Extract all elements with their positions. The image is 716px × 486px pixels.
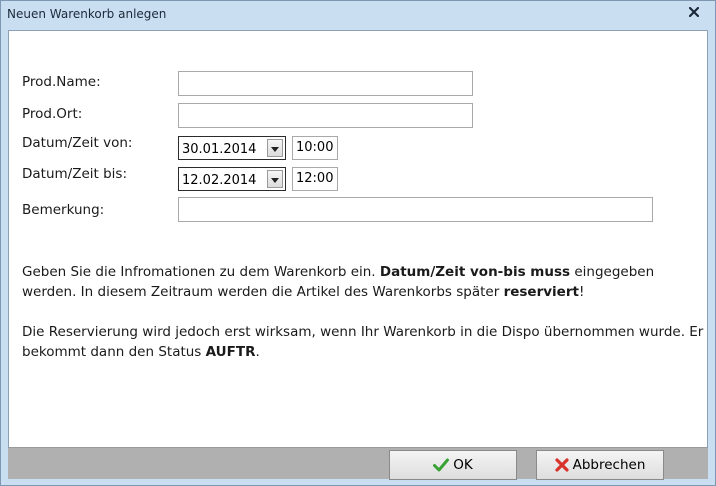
datum-von-label: Datum/Zeit von:	[22, 135, 133, 151]
datum-von-datepicker[interactable]: 30.01.2014	[178, 136, 286, 160]
prod-ort-input[interactable]	[178, 103, 473, 128]
prod-name-label: Prod.Name:	[22, 74, 101, 90]
ok-button[interactable]: OK	[389, 450, 517, 480]
title-bar[interactable]: Neuen Warenkorb anlegen	[1, 1, 715, 30]
chevron-down-icon	[271, 140, 279, 156]
cancel-button-label: Abbrechen	[572, 457, 646, 473]
bemerkung-input[interactable]	[178, 197, 653, 222]
info-paragraph-1: Geben Sie die Infromationen zu dem Waren…	[22, 262, 712, 302]
dialog-content: Prod.Name: Prod.Ort: Datum/Zeit von: 30.…	[8, 30, 708, 479]
datum-bis-datepicker[interactable]: 12.02.2014	[178, 167, 286, 191]
close-icon	[689, 6, 699, 17]
ok-button-label: OK	[453, 457, 473, 473]
checkmark-icon	[433, 458, 450, 472]
datum-bis-time-input[interactable]: 12:00	[292, 167, 338, 191]
cancel-button[interactable]: Abbrechen	[536, 450, 664, 480]
bemerkung-label: Bemerkung:	[22, 202, 105, 218]
datum-bis-label: Datum/Zeit bis:	[22, 166, 128, 182]
info-text: .	[255, 344, 260, 360]
x-mark-icon	[555, 458, 569, 472]
datum-von-time-input[interactable]: 10:00	[292, 136, 338, 160]
info-emphasis: AUFTR	[205, 344, 256, 360]
info-text: Die Reservierung wird jedoch erst wirksa…	[22, 324, 704, 360]
datum-bis-dropdown-button[interactable]	[267, 170, 283, 188]
info-emphasis: Datum/Zeit von-bis muss	[379, 264, 571, 280]
info-paragraph-2: Die Reservierung wird jedoch erst wirksa…	[22, 322, 712, 362]
button-bar: OK Abbrechen	[8, 447, 708, 480]
info-text: Geben Sie die Infromationen zu dem Waren…	[22, 264, 380, 280]
prod-ort-label: Prod.Ort:	[22, 106, 83, 122]
info-text: !	[578, 284, 585, 300]
prod-name-input[interactable]	[178, 71, 473, 96]
chevron-down-icon	[271, 171, 279, 187]
info-emphasis: reserviert	[503, 284, 579, 300]
datum-von-dropdown-button[interactable]	[267, 139, 283, 157]
window-title: Neuen Warenkorb anlegen	[7, 7, 167, 21]
dialog-window: Neuen Warenkorb anlegen Prod.Name: Prod.…	[0, 0, 716, 486]
datum-bis-date-value: 12.02.2014	[182, 172, 257, 188]
datum-von-date-value: 30.01.2014	[182, 141, 257, 157]
close-button[interactable]	[680, 2, 708, 21]
